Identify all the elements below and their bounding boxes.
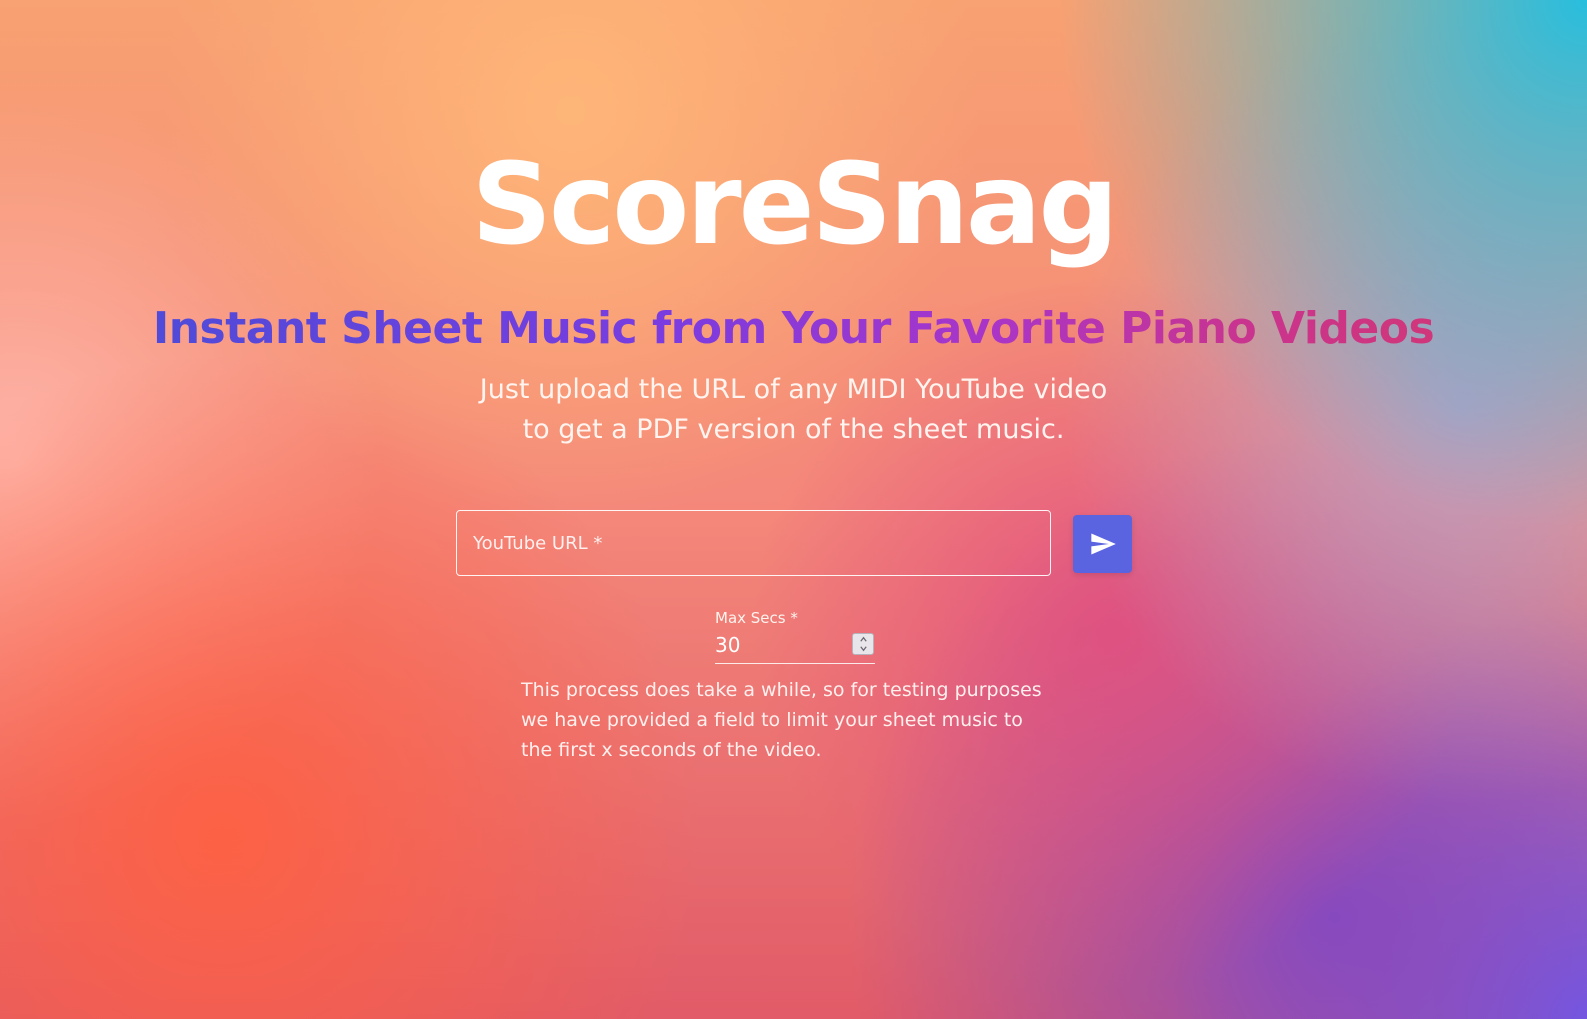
tagline-text: Instant Sheet Music from Your Favorite P… [152,303,1435,354]
app-logo: ScoreSnag [471,140,1118,270]
youtube-url-input[interactable] [457,511,1050,575]
chevron-up-icon[interactable] [859,635,868,644]
submit-button[interactable] [1073,515,1132,573]
youtube-url-field [456,510,1051,576]
max-secs-input[interactable] [715,632,845,658]
max-secs-field: Max Secs * [715,604,875,666]
tagline: Instant Sheet Music from Your Favorite P… [0,300,1587,358]
max-secs-label: Max Secs * [715,609,798,627]
chevron-down-icon[interactable] [859,644,868,653]
hero-section: ScoreSnag Instant Sheet Music from Your … [0,0,1587,1019]
note-line-3: the first x seconds of the video. [521,739,822,761]
subtitle-line-2: to get a PDF version of the sheet music. [522,414,1065,445]
note-line-2: we have provided a field to limit your s… [521,709,1023,731]
note-line-1: This process does take a while, so for t… [521,679,1042,701]
max-secs-underline [715,663,875,664]
subtitle-line-1: Just upload the URL of any MIDI YouTube … [479,374,1108,405]
processing-note: This process does take a while, so for t… [521,675,1081,765]
max-secs-stepper[interactable] [852,633,874,655]
subtitle: Just upload the URL of any MIDI YouTube … [0,370,1587,450]
send-icon [1090,533,1116,555]
